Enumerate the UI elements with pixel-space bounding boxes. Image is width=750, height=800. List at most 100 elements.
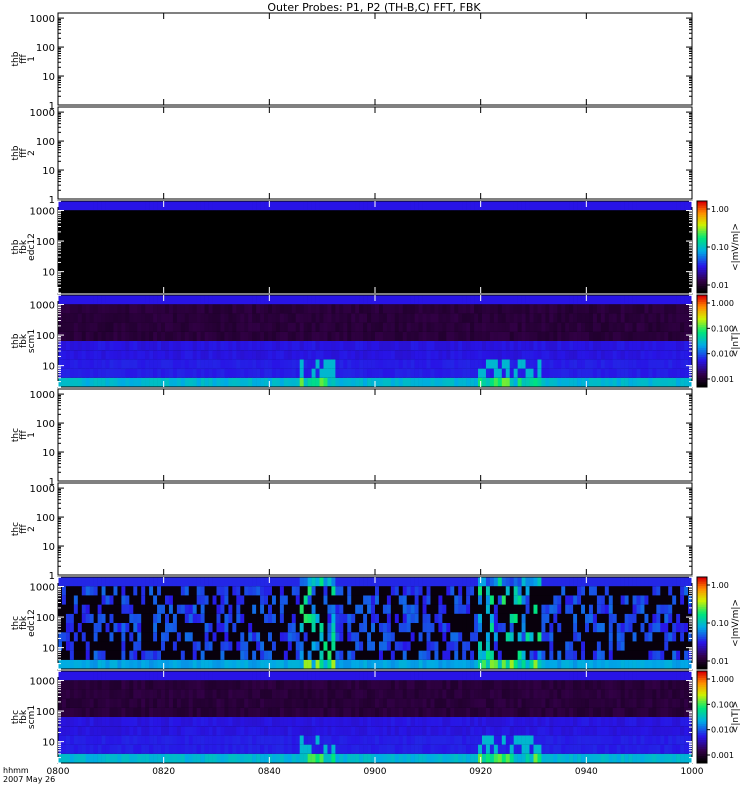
- spectrogram-cell: [351, 623, 356, 633]
- spectrogram-cell: [184, 577, 190, 587]
- spectrogram-cell: [271, 322, 277, 332]
- spectrogram-cell: [478, 595, 483, 605]
- spectrogram-cell: [529, 659, 534, 669]
- spectrogram-cell: [434, 350, 439, 360]
- spectrogram-cell: [271, 359, 277, 369]
- spectrogram-cell: [466, 256, 471, 266]
- spectrogram-cell: [180, 247, 186, 257]
- spectrogram-cell: [157, 623, 162, 633]
- spectrogram-cell: [232, 295, 237, 305]
- spectrogram-cell: [525, 265, 530, 275]
- spectrogram-cell: [545, 313, 550, 323]
- spectrogram-cell: [129, 256, 134, 266]
- spectrogram-cell: [168, 613, 174, 623]
- spectrogram-cell: [616, 265, 621, 275]
- spectrogram-cell: [501, 295, 507, 305]
- spectrogram-cell: [478, 577, 483, 587]
- spectrogram-cell: [585, 377, 590, 387]
- spectrogram-cell: [497, 322, 503, 332]
- spectrogram-cell: [232, 613, 237, 623]
- spectrogram-cell: [676, 304, 681, 314]
- spectrogram-cell: [537, 331, 542, 341]
- spectrogram-cell: [299, 283, 304, 293]
- spectrogram-cell: [569, 377, 574, 387]
- spectrogram-cell: [355, 322, 360, 332]
- spectrogram-cell: [200, 210, 205, 220]
- spectrogram-cell: [406, 331, 411, 341]
- spectrogram-cell: [279, 577, 285, 587]
- spectrogram-cell: [248, 341, 253, 351]
- spectrogram-cell: [58, 295, 63, 305]
- spectrogram-cell: [192, 604, 197, 614]
- spectrogram-cell: [513, 613, 518, 623]
- spectrogram-cell: [509, 368, 514, 378]
- spectrogram-cell: [450, 377, 455, 387]
- spectrogram-cell: [442, 201, 447, 211]
- spectrogram-cell: [588, 265, 594, 275]
- spectrogram-cell: [256, 613, 261, 623]
- spectrogram-cell: [481, 201, 487, 211]
- spectrogram-cell: [382, 586, 388, 596]
- spectrogram-cell: [489, 228, 495, 238]
- spectrogram-cell: [125, 613, 130, 623]
- spectrogram-cell: [624, 350, 629, 360]
- spectrogram-cell: [220, 613, 225, 623]
- spectrogram-cell: [450, 368, 455, 378]
- spectrogram-cell: [533, 201, 538, 211]
- spectrogram-cell: [422, 586, 427, 596]
- spectrogram-cell: [327, 304, 332, 314]
- spectrogram-cell: [569, 350, 574, 360]
- spectrogram-cell: [180, 274, 186, 284]
- spectrogram-cell: [422, 247, 427, 257]
- spectrogram-cell: [299, 228, 304, 238]
- spectrogram-cell: [628, 274, 633, 284]
- spectrogram-cell: [676, 295, 681, 305]
- spectrogram-cell: [65, 274, 71, 284]
- spectrogram-cell: [545, 368, 550, 378]
- spectrogram-cell: [145, 201, 150, 211]
- spectrogram-cell: [268, 322, 273, 332]
- spectrogram-cell: [343, 377, 348, 387]
- spectrogram-cell: [101, 350, 106, 360]
- spectrogram-cell: [446, 256, 451, 266]
- spectrogram-cell: [533, 237, 538, 247]
- spectrogram-cell: [446, 247, 451, 257]
- spectrogram-cell: [200, 295, 205, 305]
- spectrogram-cell: [553, 210, 558, 220]
- spectrogram-cell: [458, 604, 463, 614]
- spectrogram-cell: [394, 604, 400, 614]
- spectrogram-cell: [307, 201, 312, 211]
- spectrogram-cell: [462, 595, 467, 605]
- spectrogram-cell: [256, 586, 261, 596]
- spectrogram-cell: [382, 295, 388, 305]
- spectrogram-cell: [656, 210, 661, 220]
- spectrogram-cell: [497, 201, 503, 211]
- spectrogram-cell: [105, 586, 110, 596]
- spectrogram-cell: [260, 210, 265, 220]
- spectrogram-cell: [549, 201, 554, 211]
- spectrogram-cell: [252, 586, 257, 596]
- spectrogram-cell: [664, 350, 669, 360]
- spectrogram-cell: [113, 313, 118, 323]
- spectrogram-cell: [85, 247, 90, 257]
- spectrogram-cell: [545, 210, 550, 220]
- spectrogram-cell: [382, 304, 388, 314]
- spectrogram-cell: [573, 377, 578, 387]
- spectrogram-cell: [224, 219, 229, 229]
- spectrogram-cell: [184, 237, 190, 247]
- spectrogram-cell: [351, 304, 356, 314]
- spectrogram-cell: [485, 604, 491, 614]
- spectrogram-cell: [537, 322, 542, 332]
- spectrogram-cell: [470, 331, 475, 341]
- spectrogram-cell: [493, 322, 499, 332]
- spectrogram-cell: [481, 331, 487, 341]
- spectrogram-cell: [319, 265, 324, 275]
- spectrogram-cell: [684, 304, 689, 314]
- spectrogram-cell: [323, 641, 328, 651]
- spectrogram-cell: [600, 201, 606, 211]
- spectrogram-cell: [569, 331, 574, 341]
- spectrogram-cell: [652, 256, 657, 266]
- spectrogram-cell: [616, 377, 621, 387]
- spectrogram-cell: [430, 586, 435, 596]
- spectrogram-cell: [77, 304, 83, 314]
